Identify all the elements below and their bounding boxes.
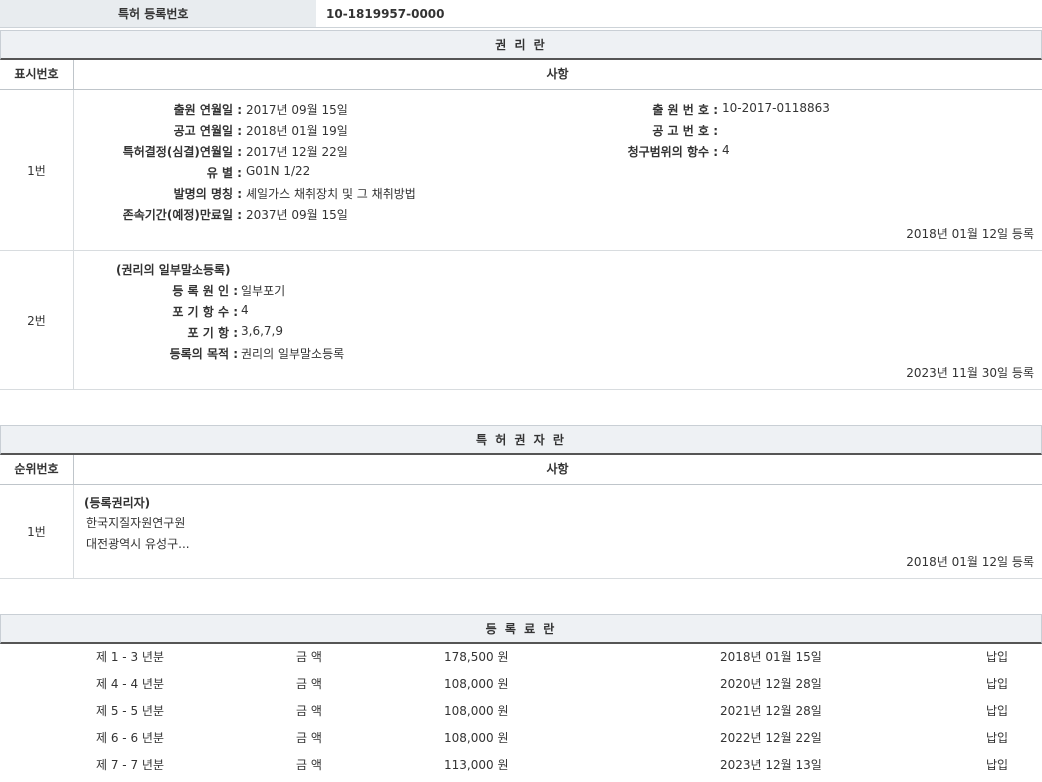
holders-col-description: 사항 bbox=[73, 455, 1042, 484]
holder-address: 대전광역시 유성구... bbox=[86, 535, 190, 552]
fee-payment-date: 2020년 12월 28일 bbox=[720, 671, 822, 698]
fee-amount-label: 금 액 bbox=[296, 698, 322, 725]
fee-status: 납입 bbox=[986, 671, 1008, 698]
fees-section-title: 등 록 료 란 bbox=[0, 614, 1042, 644]
registration-cause-label: 등 록 원 인 : bbox=[172, 282, 238, 299]
decision-date-value: 2017년 12월 22일 bbox=[246, 143, 348, 160]
fee-payment-date: 2018년 01월 15일 bbox=[720, 644, 822, 671]
application-number-value: 10-2017-0118863 bbox=[722, 101, 830, 115]
fee-amount: 113,000 원 bbox=[444, 752, 508, 779]
holders-section-title: 특 허 권 자 란 bbox=[0, 425, 1042, 455]
decision-date-label: 특허결정(심결)연월일 : bbox=[123, 143, 242, 160]
fee-amount: 108,000 원 bbox=[444, 671, 508, 698]
fee-payment-date: 2021년 12월 28일 bbox=[720, 698, 822, 725]
fee-period: 제 6 - 6 년분 bbox=[96, 725, 164, 752]
waived-claims-count-label: 포 기 항 수 : bbox=[172, 303, 238, 320]
registration-purpose-value: 권리의 일부말소등록 bbox=[241, 345, 344, 362]
fee-amount-label: 금 액 bbox=[296, 752, 322, 779]
fee-period: 제 1 - 3 년분 bbox=[96, 644, 164, 671]
registration-number-value: 10-1819957-0000 bbox=[316, 0, 1042, 28]
holder-name: 한국지질자원연구원 bbox=[86, 514, 185, 531]
waived-claims-value: 3,6,7,9 bbox=[241, 324, 283, 338]
registration-purpose-label: 등록의 목적 : bbox=[170, 345, 238, 362]
fee-status: 납입 bbox=[986, 725, 1008, 752]
fee-amount: 108,000 원 bbox=[444, 725, 508, 752]
fee-amount-label: 금 액 bbox=[296, 644, 322, 671]
waived-claims-count-value: 4 bbox=[241, 303, 249, 317]
fee-row: 제 6 - 6 년분 금 액 108,000 원 2022년 12월 22일 납… bbox=[0, 725, 1042, 752]
filing-date-value: 2017년 09월 15일 bbox=[246, 101, 348, 118]
registration-date: 2018년 01월 12일 등록 bbox=[906, 553, 1034, 570]
fee-row: 제 4 - 4 년분 금 액 108,000 원 2020년 12월 28일 납… bbox=[0, 671, 1042, 698]
partial-cancellation-heading: (권리의 일부말소등록) bbox=[116, 261, 231, 278]
invention-title-value: 셰일가스 채취장치 및 그 채취방법 bbox=[246, 185, 416, 202]
fee-row: 제 1 - 3 년분 금 액 178,500 원 2018년 01월 15일 납… bbox=[0, 644, 1042, 671]
waived-claims-label: 포 기 항 : bbox=[188, 324, 238, 341]
registered-holder-heading: (등록권리자) bbox=[84, 494, 150, 511]
classification-label: 유 별 : bbox=[207, 164, 242, 181]
filing-date-label: 출원 연월일 : bbox=[174, 101, 242, 118]
expiry-date-value: 2037년 09월 15일 bbox=[246, 206, 348, 223]
rights-row-number: 1번 bbox=[0, 90, 74, 250]
holders-col-number: 순위번호 bbox=[0, 455, 74, 484]
application-number-label: 출 원 번 호 : bbox=[652, 101, 718, 118]
invention-title-label: 발명의 명칭 : bbox=[174, 185, 242, 202]
fee-period: 제 7 - 7 년분 bbox=[96, 752, 164, 779]
fee-status: 납입 bbox=[986, 752, 1008, 779]
rights-col-number: 표시번호 bbox=[0, 60, 74, 89]
rights-row-2: 2번 (권리의 일부말소등록) 등 록 원 인 : 일부포기 포 기 항 수 :… bbox=[0, 251, 1042, 390]
publication-date-value: 2018년 01월 19일 bbox=[246, 122, 348, 139]
fee-payment-date: 2023년 12월 13일 bbox=[720, 752, 822, 779]
registration-number-label-cell: 특허 등록번호 bbox=[0, 0, 316, 28]
holders-row-1: 1번 (등록권리자) 한국지질자원연구원 대전광역시 유성구... 2018년 … bbox=[0, 485, 1042, 579]
registration-date: 2018년 01월 12일 등록 bbox=[906, 225, 1034, 242]
classification-value: G01N 1/22 bbox=[246, 164, 310, 178]
rights-row-1: 1번 출원 연월일 : 2017년 09월 15일 공고 연월일 : 2018년… bbox=[0, 90, 1042, 251]
rights-col-description: 사항 bbox=[73, 60, 1042, 89]
registration-cause-value: 일부포기 bbox=[241, 282, 285, 299]
rights-section-title: 권 리 란 bbox=[0, 30, 1042, 60]
holders-column-header: 순위번호 사항 bbox=[0, 455, 1042, 485]
rights-row-number: 2번 bbox=[0, 251, 74, 389]
registration-number-label: 특허 등록번호 bbox=[118, 0, 188, 28]
rights-column-header: 표시번호 사항 bbox=[0, 60, 1042, 90]
fee-amount: 178,500 원 bbox=[444, 644, 508, 671]
fee-row: 제 5 - 5 년분 금 액 108,000 원 2021년 12월 28일 납… bbox=[0, 698, 1042, 725]
fee-amount-label: 금 액 bbox=[296, 671, 322, 698]
claims-count-label: 청구범위의 항수 : bbox=[628, 143, 718, 160]
fee-period: 제 5 - 5 년분 bbox=[96, 698, 164, 725]
fee-payment-date: 2022년 12월 22일 bbox=[720, 725, 822, 752]
publication-number-label: 공 고 번 호 : bbox=[652, 122, 718, 139]
registration-date: 2023년 11월 30일 등록 bbox=[906, 364, 1034, 381]
fee-row: 제 7 - 7 년분 금 액 113,000 원 2023년 12월 13일 납… bbox=[0, 752, 1042, 779]
fee-amount: 108,000 원 bbox=[444, 698, 508, 725]
holders-row-number: 1번 bbox=[0, 485, 74, 578]
fee-amount-label: 금 액 bbox=[296, 725, 322, 752]
publication-date-label: 공고 연월일 : bbox=[174, 122, 242, 139]
claims-count-value: 4 bbox=[722, 143, 730, 157]
fee-status: 납입 bbox=[986, 644, 1008, 671]
expiry-date-label: 존속기간(예정)만료일 : bbox=[123, 206, 242, 223]
fee-period: 제 4 - 4 년분 bbox=[96, 671, 164, 698]
fee-status: 납입 bbox=[986, 698, 1008, 725]
